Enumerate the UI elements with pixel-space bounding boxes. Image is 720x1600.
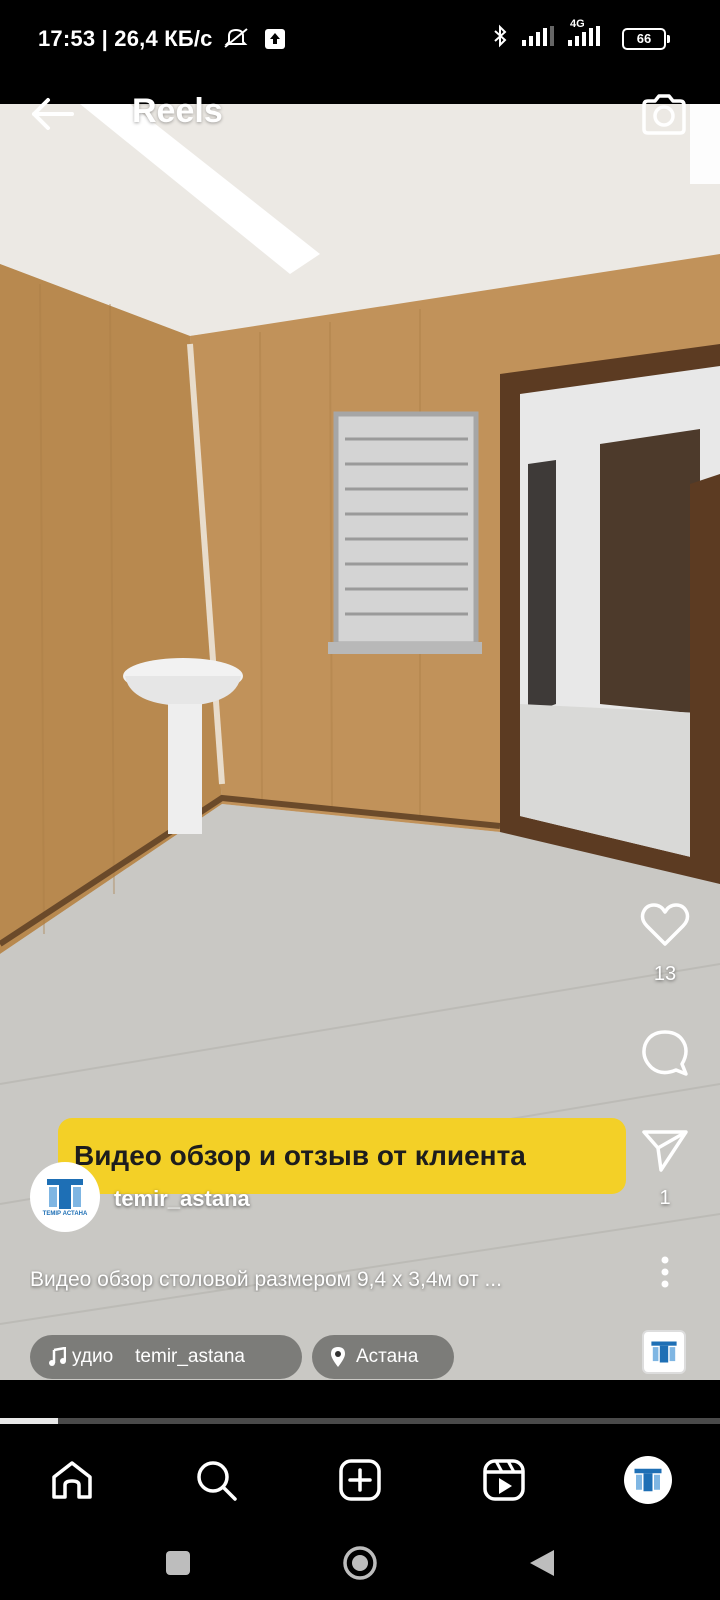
audio-chip[interactable]: удио temir_astana [30, 1335, 302, 1379]
temir-logo-icon [634, 1468, 662, 1492]
comment-button[interactable] [632, 1028, 698, 1078]
comment-icon [642, 1030, 688, 1076]
like-button[interactable] [640, 902, 690, 953]
like-count: 13 [653, 963, 677, 985]
temir-logo-icon [47, 1179, 83, 1209]
home-icon [52, 1461, 92, 1499]
status-time: 17:53 | 26,4 КБ/с [38, 26, 286, 55]
back-button[interactable] [28, 90, 76, 138]
camera-button[interactable] [638, 88, 690, 140]
profile-avatar [624, 1456, 672, 1504]
camera-icon [642, 94, 686, 135]
nav-profile[interactable] [618, 1450, 678, 1510]
location-chip[interactable]: Астана [312, 1335, 454, 1379]
nav-home[interactable] [42, 1450, 102, 1510]
nav-create[interactable] [330, 1450, 390, 1510]
battery-icon: 66 [622, 27, 670, 50]
reels-icon [483, 1459, 525, 1501]
more-vertical-icon [661, 1256, 669, 1288]
network-speed: | 26,4 КБ/с [101, 26, 213, 51]
author-username[interactable]: temir_astana [114, 1186, 250, 1212]
share-button[interactable] [641, 1128, 689, 1177]
create-icon [339, 1459, 381, 1501]
back-system-button[interactable] [528, 1548, 556, 1583]
video-banner: Видео обзор и отзыв от клиента [58, 1118, 626, 1194]
send-icon [642, 1130, 688, 1172]
music-note-icon [49, 1347, 66, 1366]
like-action: 13 [632, 902, 698, 986]
avatar-caption: ТЕМІР АСТАНА [42, 1211, 88, 1217]
reel-caption[interactable]: Видео обзор столовой размером 9,4 х 3,4м… [30, 1268, 630, 1292]
video-progress-fill [0, 1418, 58, 1424]
location-pin-icon [331, 1347, 345, 1367]
home-system-button[interactable] [342, 1545, 378, 1586]
signal-icon [522, 26, 554, 51]
search-icon [197, 1461, 237, 1501]
nav-search[interactable] [186, 1450, 246, 1510]
share-count: 1 [659, 1187, 671, 1209]
heart-icon [640, 903, 690, 946]
arrow-left-icon [32, 98, 74, 130]
audio-thumbnail[interactable] [642, 1330, 686, 1374]
circle-icon [343, 1545, 377, 1580]
upload-notification-icon [265, 29, 286, 55]
temir-logo-icon [651, 1341, 677, 1363]
location-label: Астана [356, 1346, 419, 1367]
mute-icon [223, 27, 249, 55]
audio-author: temir_astana [135, 1346, 245, 1367]
recents-button[interactable] [164, 1549, 192, 1582]
system-navigation-bar [0, 1530, 720, 1600]
status-icons: 4G 66 [492, 18, 670, 53]
video-progress-bar[interactable] [0, 1418, 720, 1424]
share-action: 1 [632, 1128, 698, 1210]
author-avatar[interactable]: ТЕМІР АСТАНА [30, 1162, 100, 1232]
more-options-button[interactable] [632, 1256, 698, 1288]
nav-reels[interactable] [474, 1450, 534, 1510]
triangle-back-icon [530, 1549, 554, 1576]
bottom-nav [0, 1430, 720, 1530]
audio-label: удио [72, 1346, 114, 1367]
square-icon [166, 1550, 190, 1575]
signal-4g-icon: 4G [568, 18, 608, 51]
bluetooth-icon [492, 24, 508, 53]
page-title: Reels [132, 92, 223, 130]
